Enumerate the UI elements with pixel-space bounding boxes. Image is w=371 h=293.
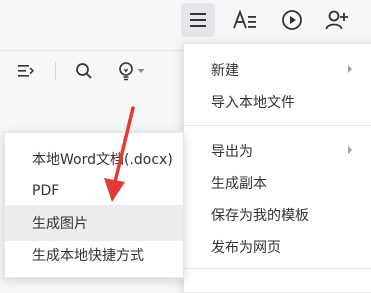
export-item-word[interactable]: 本地Word文档(.docx) xyxy=(5,141,183,177)
text-format-icon xyxy=(233,10,256,29)
menu-item-import-local-file[interactable]: 导入本地文件 xyxy=(184,84,371,120)
submenu-arrow-icon xyxy=(348,146,352,154)
secondary-toolbar xyxy=(0,50,185,91)
menu-button[interactable] xyxy=(181,3,215,37)
menu-item-label: 导出为 xyxy=(211,144,253,160)
export-item-pdf[interactable]: PDF xyxy=(5,173,183,209)
dropdown-caret-icon xyxy=(137,69,145,73)
menu-divider xyxy=(184,268,371,269)
export-item-local-shortcut[interactable]: 生成本地快捷方式 xyxy=(5,237,183,273)
menu-item-label: 保存为我的模板 xyxy=(211,208,309,224)
top-bar xyxy=(0,0,371,44)
add-user-button[interactable] xyxy=(320,3,354,37)
toolbar-divider xyxy=(55,62,56,80)
add-user-icon xyxy=(325,10,348,30)
export-submenu: 本地Word文档(.docx) PDF 生成图片 生成本地快捷方式 xyxy=(4,132,184,278)
submenu-item-label: 本地Word文档(.docx) xyxy=(32,152,173,168)
submenu-item-label: 生成图片 xyxy=(32,216,88,232)
menu-item-new[interactable]: 新建 xyxy=(184,52,371,88)
lightbulb-icon xyxy=(119,62,133,81)
menu-item-make-copy[interactable]: 生成副本 xyxy=(184,165,371,201)
submenu-item-label: 生成本地快捷方式 xyxy=(32,248,144,264)
menu-divider xyxy=(184,125,371,126)
play-button[interactable] xyxy=(275,3,309,37)
menu-item-export-as[interactable]: 导出为 xyxy=(184,133,371,169)
text-format-button[interactable] xyxy=(228,3,262,37)
menu-item-label: 新建 xyxy=(211,63,239,79)
outline-icon xyxy=(18,65,35,77)
menu-item-label: 导入本地文件 xyxy=(211,95,295,111)
play-icon xyxy=(282,10,302,30)
menu-item-label: 发布为网页 xyxy=(211,240,281,256)
menu-item-label: 生成副本 xyxy=(211,176,267,192)
menu-item-publish-as-webpage[interactable]: 发布为网页 xyxy=(184,229,371,265)
menu-item-save-as-template[interactable]: 保存为我的模板 xyxy=(184,197,371,233)
submenu-arrow-icon xyxy=(348,65,352,73)
export-item-generate-image[interactable]: 生成图片 xyxy=(5,205,183,241)
lightbulb-dropdown[interactable] xyxy=(134,59,148,83)
submenu-item-label: PDF xyxy=(32,183,60,199)
search-button[interactable] xyxy=(72,59,96,83)
outline-button[interactable] xyxy=(14,59,38,83)
menu-icon xyxy=(190,13,206,27)
search-icon xyxy=(76,63,92,79)
file-menu: 新建 导入本地文件 导出为 生成副本 保存为我的模板 发布为网页 xyxy=(183,43,371,293)
